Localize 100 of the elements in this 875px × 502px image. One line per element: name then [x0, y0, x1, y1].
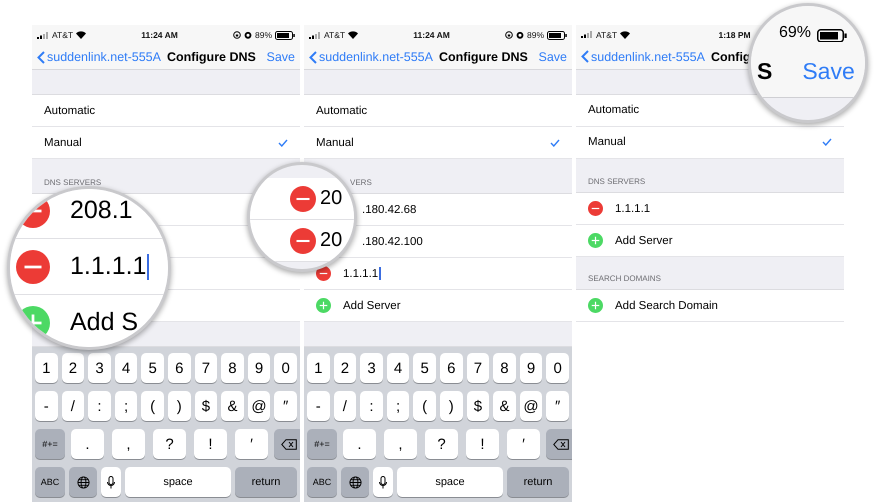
- key[interactable]: $: [466, 391, 490, 421]
- key[interactable]: (: [141, 391, 164, 421]
- key[interactable]: ′: [235, 429, 268, 459]
- key[interactable]: 3: [88, 353, 111, 383]
- key[interactable]: -: [35, 391, 58, 421]
- key[interactable]: :: [360, 391, 383, 421]
- option-row[interactable]: Manual: [32, 127, 300, 159]
- remove-icon[interactable]: [290, 228, 316, 254]
- mode-key[interactable]: ABC: [35, 467, 65, 497]
- save-link[interactable]: Save: [538, 50, 567, 64]
- key[interactable]: /: [334, 391, 356, 421]
- space-key[interactable]: space: [125, 467, 231, 497]
- key[interactable]: 1: [307, 353, 330, 383]
- back-chevron-icon[interactable]: [309, 50, 317, 64]
- key[interactable]: 1: [35, 353, 58, 383]
- key[interactable]: 8: [221, 353, 244, 383]
- list-row[interactable]: Add Search Domain: [576, 290, 844, 322]
- key[interactable]: 2: [62, 353, 84, 383]
- key[interactable]: ″: [274, 391, 297, 421]
- key[interactable]: -: [307, 391, 330, 421]
- microphone-key[interactable]: [101, 467, 121, 497]
- key[interactable]: .: [343, 429, 376, 459]
- key[interactable]: 7: [194, 353, 218, 383]
- back-link[interactable]: suddenlink.net-555A: [309, 50, 433, 64]
- key[interactable]: $: [194, 391, 218, 421]
- key[interactable]: :: [88, 391, 111, 421]
- remove-icon[interactable]: [588, 201, 603, 216]
- key[interactable]: 0: [274, 353, 297, 383]
- option-label: Manual: [316, 136, 354, 148]
- remove-icon[interactable]: [290, 186, 316, 212]
- back-chevron-icon[interactable]: [37, 50, 45, 64]
- key[interactable]: .: [71, 429, 104, 459]
- key[interactable]: ?: [153, 429, 186, 459]
- key[interactable]: ′: [507, 429, 540, 459]
- return-key[interactable]: return: [235, 467, 297, 497]
- server-address[interactable]: 1.1.1.1: [343, 267, 382, 280]
- key[interactable]: ): [440, 391, 463, 421]
- server-address[interactable]: .180.42.68: [362, 204, 416, 216]
- option-row[interactable]: Automatic: [32, 95, 300, 127]
- key[interactable]: (: [413, 391, 436, 421]
- list-row[interactable]: Add Server: [576, 225, 844, 258]
- globe-key[interactable]: [341, 467, 369, 497]
- key[interactable]: @: [520, 391, 542, 421]
- alarm-icon: [244, 31, 252, 39]
- section-header: SEARCH DOMAINS: [588, 274, 661, 284]
- add-label[interactable]: Add Search Domain: [615, 300, 718, 312]
- key[interactable]: 2: [334, 353, 356, 383]
- key[interactable]: ;: [114, 391, 138, 421]
- key[interactable]: ): [168, 391, 191, 421]
- mode-key[interactable]: #+=: [35, 429, 65, 459]
- key[interactable]: 9: [248, 353, 270, 383]
- list-row[interactable]: Add Server: [304, 290, 572, 322]
- save-link[interactable]: Save: [266, 50, 295, 64]
- key[interactable]: ,: [384, 429, 417, 459]
- key[interactable]: 3: [360, 353, 383, 383]
- globe-key[interactable]: [69, 467, 97, 497]
- key[interactable]: ;: [386, 391, 410, 421]
- server-address[interactable]: .180.42.100: [362, 236, 423, 248]
- mode-key[interactable]: #+=: [307, 429, 337, 459]
- delete-key[interactable]: [546, 429, 572, 459]
- mode-key[interactable]: ABC: [307, 467, 337, 497]
- microphone-key[interactable]: [373, 467, 393, 497]
- option-row[interactable]: Manual: [576, 126, 844, 159]
- option-row[interactable]: Automatic: [304, 95, 572, 127]
- return-key[interactable]: return: [507, 467, 569, 497]
- delete-icon: [281, 438, 297, 450]
- key[interactable]: ″: [546, 391, 569, 421]
- key[interactable]: 5: [141, 353, 164, 383]
- remove-icon[interactable]: [16, 250, 50, 284]
- key[interactable]: 8: [493, 353, 516, 383]
- key[interactable]: ?: [425, 429, 458, 459]
- add-label[interactable]: Add Server: [343, 300, 401, 312]
- back-link[interactable]: suddenlink.net-555A: [37, 50, 161, 64]
- clock: 11:24 AM: [413, 30, 450, 40]
- key[interactable]: 7: [466, 353, 490, 383]
- key[interactable]: 6: [440, 353, 463, 383]
- key[interactable]: !: [194, 429, 227, 459]
- key[interactable]: &: [493, 391, 516, 421]
- server-address[interactable]: 1.1.1.1: [615, 202, 650, 215]
- key[interactable]: ,: [112, 429, 145, 459]
- key[interactable]: @: [248, 391, 270, 421]
- key[interactable]: 4: [114, 353, 138, 383]
- back-link[interactable]: suddenlink.net-555A: [581, 50, 705, 64]
- delete-key[interactable]: [274, 429, 300, 459]
- key[interactable]: 0: [546, 353, 569, 383]
- key[interactable]: &: [221, 391, 244, 421]
- battery-icon: [275, 30, 295, 40]
- key[interactable]: 5: [413, 353, 436, 383]
- key[interactable]: 9: [520, 353, 542, 383]
- globe-icon: [348, 476, 362, 488]
- add-label[interactable]: Add Server: [615, 234, 673, 247]
- key[interactable]: !: [466, 429, 499, 459]
- rotation-lock-icon: [232, 31, 241, 39]
- option-row[interactable]: Manual: [304, 127, 572, 159]
- space-key[interactable]: space: [397, 467, 503, 497]
- back-chevron-icon[interactable]: [581, 50, 589, 64]
- save-link[interactable]: Save: [802, 58, 855, 85]
- key[interactable]: 6: [168, 353, 191, 383]
- key[interactable]: /: [62, 391, 84, 421]
- key[interactable]: 4: [386, 353, 410, 383]
